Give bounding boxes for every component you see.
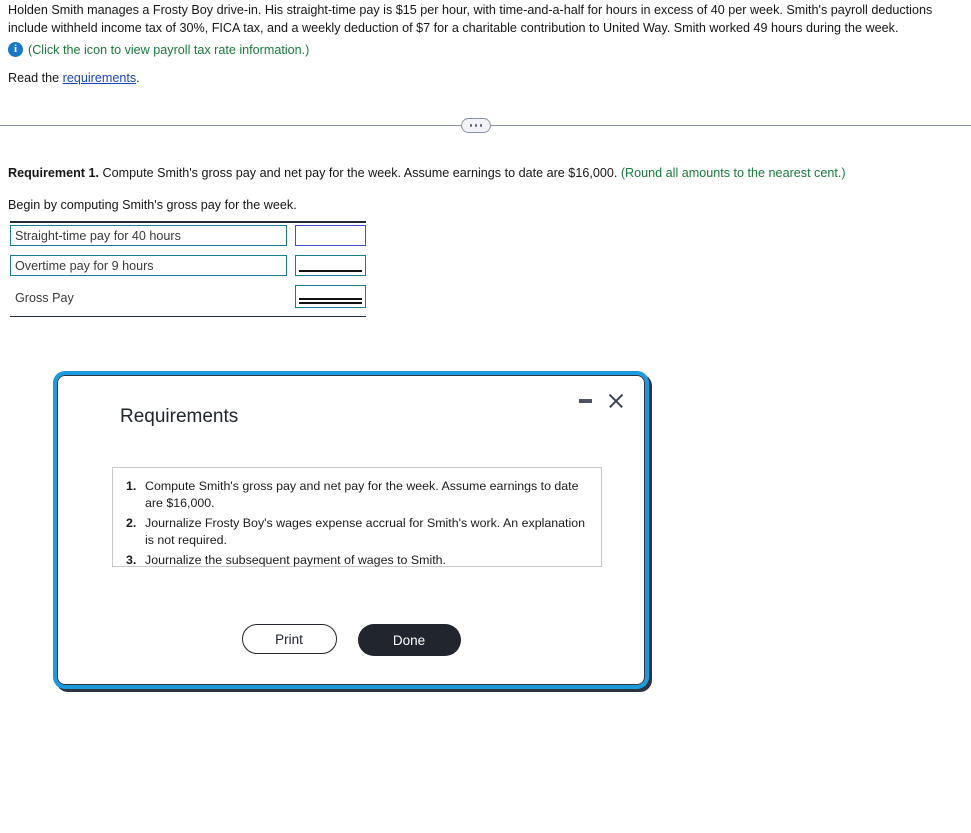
total-rule-lower bbox=[299, 302, 363, 304]
subtotal-rule bbox=[299, 270, 363, 272]
list-item-text: Journalize Frosty Boy's wages expense ac… bbox=[145, 516, 585, 547]
straight-time-pay-input[interactable] bbox=[295, 224, 367, 246]
requirements-list-panel: 1. Compute Smith's gross pay and net pay… bbox=[112, 467, 602, 567]
requirements-list: 1. Compute Smith's gross pay and net pay… bbox=[123, 478, 589, 569]
requirement-label: Requirement 1. bbox=[8, 166, 99, 180]
info-icon[interactable]: i bbox=[8, 42, 23, 57]
info-icon-note: (Click the icon to view payroll tax rate… bbox=[28, 42, 310, 57]
ellipsis-dot bbox=[469, 124, 473, 127]
read-prefix: Read the bbox=[8, 71, 63, 85]
read-suffix: . bbox=[136, 71, 140, 85]
problem-text: Holden Smith manages a Frosty Boy drive-… bbox=[8, 3, 933, 35]
rounding-note: (Round all amounts to the nearest cent.) bbox=[620, 166, 846, 180]
read-requirements-line: Read the requirements. bbox=[8, 71, 968, 85]
total-rule-upper bbox=[299, 298, 363, 300]
list-item-number: 1. bbox=[126, 479, 137, 493]
done-button[interactable]: Done bbox=[357, 624, 461, 656]
dialog-window-controls bbox=[579, 393, 624, 409]
row-label-straight-time: Straight-time pay for 40 hours bbox=[10, 224, 288, 246]
print-button[interactable]: Print bbox=[241, 624, 337, 654]
requirements-dialog: Requirements 1. Compute Smith's gross pa… bbox=[53, 371, 649, 689]
close-icon[interactable] bbox=[608, 393, 624, 409]
dialog-title: Requirements bbox=[120, 406, 239, 427]
table-row: Gross Pay bbox=[10, 284, 367, 316]
list-item-number: 3. bbox=[126, 553, 137, 567]
table-top-rule bbox=[10, 221, 366, 223]
payroll-tax-icon-line: i (Click the icon to view payroll tax ra… bbox=[8, 42, 968, 57]
minimize-icon[interactable] bbox=[579, 399, 592, 403]
requirements-link[interactable]: requirements bbox=[63, 71, 137, 85]
requirement-section: Requirement 1. Compute Smith's gross pay… bbox=[8, 166, 928, 212]
ellipsis-dot bbox=[474, 124, 478, 127]
row-label-gross-pay: Gross Pay bbox=[10, 284, 288, 306]
list-item-text: Compute Smith's gross pay and net pay fo… bbox=[145, 479, 579, 510]
gross-pay-input[interactable] bbox=[295, 284, 367, 308]
list-item: 3. Journalize the subsequent payment of … bbox=[123, 552, 589, 569]
gross-pay-table: Straight-time pay for 40 hours Overtime … bbox=[10, 221, 367, 318]
table-row: Straight-time pay for 40 hours bbox=[10, 224, 367, 253]
requirement-text: Compute Smith's gross pay and net pay fo… bbox=[98, 166, 621, 180]
row-label-overtime: Overtime pay for 9 hours bbox=[10, 254, 288, 276]
overtime-pay-input[interactable] bbox=[295, 254, 367, 276]
dialog-actions: Print Done bbox=[58, 624, 644, 656]
requirement-heading: Requirement 1. Compute Smith's gross pay… bbox=[8, 166, 928, 180]
list-item: 1. Compute Smith's gross pay and net pay… bbox=[123, 478, 589, 511]
list-item-text: Journalize the subsequent payment of wag… bbox=[145, 553, 446, 567]
begin-instruction: Begin by computing Smith's gross pay for… bbox=[8, 198, 297, 212]
dialog-inner: Requirements 1. Compute Smith's gross pa… bbox=[57, 375, 645, 685]
section-divider bbox=[0, 118, 971, 134]
table-row: Overtime pay for 9 hours bbox=[10, 254, 367, 283]
problem-statement: Holden Smith manages a Frosty Boy drive-… bbox=[8, 0, 968, 85]
divider-ellipsis-handle[interactable] bbox=[461, 118, 491, 133]
list-item-number: 2. bbox=[126, 516, 137, 530]
table-bottom-rule bbox=[10, 315, 366, 318]
ellipsis-dot bbox=[479, 124, 483, 127]
list-item: 2. Journalize Frosty Boy's wages expense… bbox=[123, 515, 589, 548]
